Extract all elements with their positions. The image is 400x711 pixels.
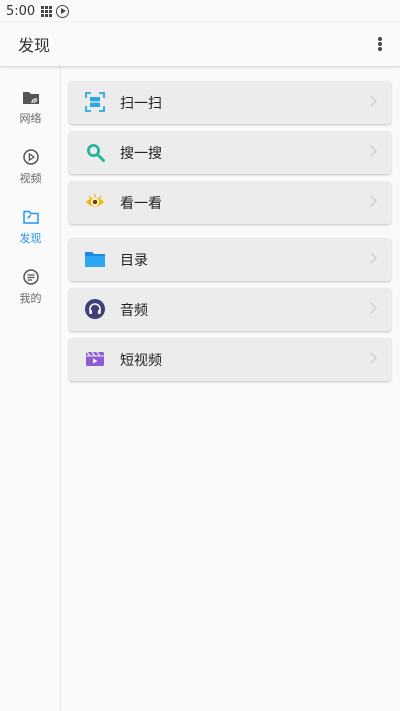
eye-icon xyxy=(86,194,104,207)
sidebar-item-discover[interactable]: 发现 xyxy=(0,204,61,260)
play-status-icon xyxy=(56,4,70,18)
play-circle-icon xyxy=(22,149,39,165)
headphones-icon xyxy=(85,299,105,319)
scan-card[interactable]: 扫一扫 xyxy=(69,81,391,124)
folder-wifi-icon xyxy=(22,92,39,104)
folder-explore-icon xyxy=(22,210,39,224)
chevron-right-icon xyxy=(365,252,377,264)
search-icon xyxy=(87,144,105,162)
card-label: 短视频 xyxy=(120,352,162,369)
card-label: 搜一搜 xyxy=(120,145,162,162)
status-bar: 5:00 xyxy=(0,0,400,22)
list-circle-icon xyxy=(22,269,39,285)
chevron-right-icon xyxy=(365,352,377,364)
chevron-right-icon xyxy=(365,195,377,207)
short-video-card[interactable]: 短视频 xyxy=(69,338,391,381)
chevron-right-icon xyxy=(365,302,377,314)
status-time: 5:00 xyxy=(6,3,36,19)
sidebar: 网络 视频 发现 我的 xyxy=(0,66,61,711)
scan-icon xyxy=(85,92,105,112)
folder-icon xyxy=(85,252,105,267)
sidebar-item-label: 网络 xyxy=(19,112,42,125)
chevron-right-icon xyxy=(365,95,377,107)
apps-grid-icon xyxy=(41,5,53,17)
sidebar-item-label: 视频 xyxy=(19,172,42,185)
card-label: 扫一扫 xyxy=(120,95,162,112)
more-options-icon[interactable] xyxy=(372,34,388,54)
sidebar-item-label: 我的 xyxy=(19,292,42,305)
card-label: 看一看 xyxy=(120,195,162,212)
clapperboard-icon xyxy=(86,351,104,366)
directory-card[interactable]: 目录 xyxy=(69,238,391,281)
watch-card[interactable]: 看一看 xyxy=(69,181,391,224)
sidebar-item-video[interactable]: 视频 xyxy=(0,144,61,200)
discover-list: 扫一扫 搜一搜 看一看 目录 音频 短视频 xyxy=(62,66,400,711)
chevron-right-icon xyxy=(365,145,377,157)
sidebar-item-network[interactable]: 网络 xyxy=(0,84,61,140)
sidebar-item-label: 发现 xyxy=(19,232,42,245)
audio-card[interactable]: 音频 xyxy=(69,288,391,331)
sidebar-item-mine[interactable]: 我的 xyxy=(0,264,61,320)
app-bar: 发现 xyxy=(0,22,400,66)
card-label: 音频 xyxy=(120,302,148,319)
page-title: 发现 xyxy=(18,36,51,55)
card-label: 目录 xyxy=(120,252,148,269)
search-card[interactable]: 搜一搜 xyxy=(69,131,391,174)
